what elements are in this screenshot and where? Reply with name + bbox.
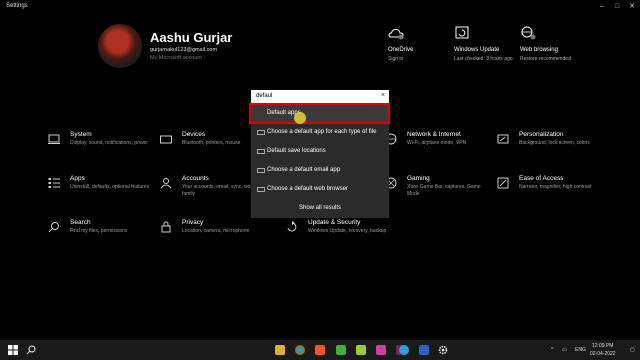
- settings-page-icon: [257, 149, 265, 154]
- globe-icon: [521, 26, 536, 40]
- search-input-value: defaul: [256, 93, 273, 99]
- profile-name: Aashu Gurjar: [150, 30, 233, 45]
- person-icon: [160, 178, 172, 189]
- telegram-icon[interactable]: [399, 345, 409, 355]
- tile-name: System: [70, 131, 92, 138]
- app-icon[interactable]: [376, 345, 386, 355]
- camtasia-icon[interactable]: [336, 345, 346, 355]
- ease-icon: [497, 177, 509, 189]
- cloud-icon: [388, 28, 404, 40]
- onedrive-label: OneDrive: [388, 47, 414, 53]
- start-icon[interactable]: [8, 345, 18, 355]
- apps-icon: [48, 178, 60, 188]
- lock-icon: [161, 221, 171, 233]
- settings-page-icon: [257, 187, 265, 192]
- tile-desc: Find my files, permissions: [70, 228, 128, 234]
- minimize-button[interactable]: –: [596, 1, 608, 13]
- language-indicator[interactable]: ENG: [575, 347, 586, 353]
- highlight-box: [249, 103, 390, 124]
- refresh-icon: [287, 221, 297, 232]
- maximize-button[interactable]: □: [611, 1, 623, 13]
- search-result-label: Choose a default web browser: [267, 186, 349, 192]
- clock-date[interactable]: 02-04-2022: [590, 351, 616, 357]
- tile-name: Gaming: [407, 175, 430, 182]
- brush-icon: [497, 134, 509, 144]
- cursor-highlight: [294, 112, 306, 124]
- tile-desc: Wi-Fi, airplane mode, VPN: [407, 140, 467, 146]
- search-icon: [48, 222, 59, 233]
- update-icon: [455, 26, 469, 39]
- settings-icon[interactable]: [438, 345, 448, 355]
- microsoft-account-link[interactable]: My Microsoft account: [150, 55, 202, 61]
- tile-name: Devices: [182, 131, 206, 138]
- tile-name: Privacy: [182, 219, 204, 226]
- web-browsing-label: Web browsing: [520, 47, 558, 53]
- title-bar: Settings – □ ✕: [0, 0, 640, 14]
- tile-name: Network & Internet: [407, 131, 461, 138]
- clear-search-button[interactable]: ×: [381, 92, 385, 99]
- search-result-default-email-app[interactable]: Choose a default email app: [251, 161, 389, 180]
- show-all-results-link[interactable]: Show all results: [251, 205, 389, 211]
- search-result-default-save-locations[interactable]: Default save locations: [251, 142, 389, 161]
- tile-desc: Narrator, magnifier, high contrast: [519, 184, 592, 190]
- clock-time[interactable]: 12:09 PM: [592, 343, 613, 349]
- tile-desc: Xbox Game Bar, captures, Game Mode: [407, 184, 481, 197]
- tile-desc: Uninstall, defaults, optional features: [70, 184, 150, 190]
- tile-desc: Location, camera, microphone: [182, 228, 250, 234]
- tile-name: Search: [70, 219, 91, 226]
- profile-email: gurjarnakul123@gmail.com: [150, 47, 218, 53]
- search-result-label: Choose a default email app: [267, 167, 341, 173]
- chrome-icon[interactable]: [295, 345, 305, 355]
- onedrive-sub: Sign in: [388, 56, 404, 62]
- windows-update-sub: Last checked: 3 hours ago: [454, 56, 513, 62]
- tile-desc: Display, sound, notifications, power: [70, 140, 149, 146]
- tile-name: Update & Security: [308, 219, 361, 226]
- close-button[interactable]: ✕: [626, 1, 638, 13]
- tile-desc: Background, lock screen, colors: [519, 140, 590, 146]
- brave-icon[interactable]: [315, 345, 325, 355]
- settings-page-icon: [257, 168, 265, 173]
- network-icon[interactable]: ▭: [562, 347, 567, 353]
- tile-name: Personalization: [519, 131, 564, 138]
- file-explorer-icon[interactable]: [275, 345, 285, 355]
- search-result-label: Choose a default app for each type of fi…: [267, 129, 377, 135]
- taskbar: ^ ▭ ENG 12:09 PM 02-04-2022 ▢: [0, 340, 640, 360]
- search-result-default-app-file-type[interactable]: Choose a default app for each type of fi…: [251, 123, 389, 142]
- tile-name: Apps: [70, 175, 85, 182]
- window-title: Settings: [6, 3, 28, 9]
- notification-icon[interactable]: ▢: [630, 347, 635, 353]
- tile-name: Accounts: [182, 175, 209, 182]
- tray-chevron-icon[interactable]: ^: [551, 347, 553, 353]
- search-result-label: Default save locations: [267, 148, 326, 154]
- keyboard-icon: [160, 135, 172, 144]
- settings-page-icon: [257, 130, 265, 135]
- tile-name: Ease of Access: [519, 175, 564, 182]
- app-icon[interactable]: [356, 345, 366, 355]
- tile-desc: Windows Update, recovery, backup: [308, 228, 387, 234]
- laptop-icon: [48, 134, 60, 144]
- search-icon[interactable]: [26, 345, 36, 355]
- avatar[interactable]: [98, 24, 142, 68]
- web-browsing-sub: Restore recommended: [520, 56, 571, 62]
- search-result-default-web-browser[interactable]: Choose a default web browser: [251, 180, 389, 199]
- windows-update-label: Windows Update: [454, 47, 500, 53]
- store-icon[interactable]: [419, 345, 429, 355]
